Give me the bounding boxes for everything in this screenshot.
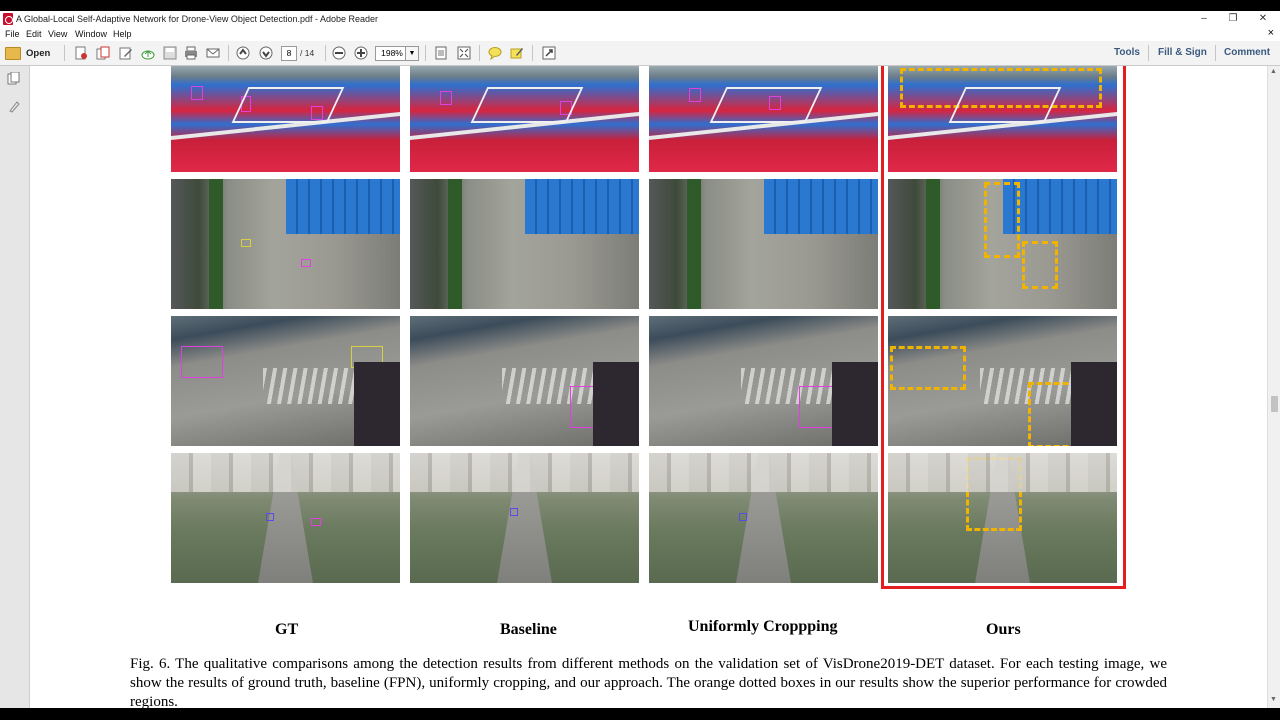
cloud-share-icon[interactable]	[141, 46, 155, 60]
zoom-out-icon[interactable]	[332, 46, 346, 60]
cropping-image-row1	[649, 66, 878, 172]
toolbar-divider	[425, 45, 426, 61]
save-icon[interactable]	[163, 46, 177, 60]
toolbar-divider	[532, 45, 533, 61]
detection-box	[311, 518, 321, 526]
cropping-image-row3	[649, 316, 878, 446]
detection-box	[769, 96, 781, 110]
sticky-note-icon[interactable]	[488, 46, 502, 60]
customize-tools-icon[interactable]	[542, 46, 556, 60]
tab-fill-sign[interactable]: Fill & Sign	[1158, 47, 1207, 58]
detection-box	[570, 386, 612, 428]
gt-image-row2	[171, 179, 400, 309]
vertical-scrollbar[interactable]: ▲ ▼	[1267, 66, 1280, 708]
minimize-button[interactable]: –	[1189, 12, 1219, 26]
open-button[interactable]: Open	[5, 45, 50, 61]
zoom-level-input[interactable]: 198%	[375, 46, 409, 61]
next-page-icon[interactable]	[259, 46, 273, 60]
detection-box	[266, 513, 274, 521]
detection-box	[301, 259, 311, 267]
ours-highlight-frame	[881, 66, 1126, 589]
cropping-image-row2	[649, 179, 878, 309]
folder-icon	[5, 46, 21, 60]
menu-edit[interactable]: Edit	[26, 29, 42, 39]
menu-bar: File Edit View Window Help ×	[0, 27, 1280, 41]
column-label-ours: Ours	[986, 621, 1021, 638]
page-thumbnails-icon[interactable]	[7, 72, 20, 85]
detection-box	[191, 86, 203, 100]
detection-box	[799, 386, 841, 428]
fit-page-icon[interactable]	[434, 46, 448, 60]
detection-box	[560, 101, 572, 115]
open-label: Open	[26, 47, 51, 59]
detection-box	[689, 88, 701, 102]
highlight-text-icon[interactable]	[510, 46, 524, 60]
baseline-image-row2	[410, 179, 639, 309]
toolbar-divider	[479, 45, 480, 61]
menu-window[interactable]: Window	[75, 29, 107, 39]
screen-bottom-strip	[0, 708, 1280, 720]
restore-button[interactable]: ❐	[1218, 12, 1248, 26]
toolbar: Open 8 / 14 198% ▼ Tools Fill & Sign Com…	[0, 41, 1280, 66]
toolbar-divider	[325, 45, 326, 61]
detection-box	[241, 239, 251, 247]
combine-files-icon[interactable]	[96, 46, 110, 60]
baseline-image-row1	[410, 66, 639, 172]
menu-view[interactable]: View	[48, 29, 67, 39]
create-pdf-icon[interactable]	[74, 46, 88, 60]
detection-box	[181, 346, 223, 378]
scroll-down-arrow[interactable]: ▼	[1270, 696, 1277, 703]
zoom-in-icon[interactable]	[354, 46, 368, 60]
detection-box	[351, 346, 383, 368]
window-title: A Global-Local Self-Adaptive Network for…	[16, 14, 379, 24]
screen-top-strip	[0, 0, 1280, 11]
menu-help[interactable]: Help	[113, 29, 132, 39]
title-bar: A Global-Local Self-Adaptive Network for…	[0, 11, 1280, 27]
tab-comment[interactable]: Comment	[1224, 47, 1270, 58]
pdf-app-icon	[3, 13, 13, 25]
detection-box	[739, 513, 747, 521]
detection-box	[440, 91, 452, 105]
tab-tools[interactable]: Tools	[1114, 47, 1140, 58]
baseline-image-row3	[410, 316, 639, 446]
scroll-up-arrow[interactable]: ▲	[1270, 68, 1277, 75]
document-page: GT Baseline Uniformly Croppping Ours Fig…	[30, 66, 1267, 708]
previous-page-icon[interactable]	[236, 46, 250, 60]
column-label-uniform-cropping: Uniformly Croppping	[688, 618, 838, 635]
figure-caption: Fig. 6. The qualitative comparisons amon…	[130, 656, 1167, 708]
menu-file[interactable]: File	[5, 29, 20, 39]
print-icon[interactable]	[184, 46, 198, 60]
attachments-icon[interactable]	[7, 100, 20, 113]
gt-image-row4	[171, 453, 400, 583]
close-window-button[interactable]: ✕	[1248, 12, 1278, 26]
zoom-dropdown-arrow[interactable]: ▼	[405, 46, 419, 61]
column-label-gt: GT	[275, 621, 299, 638]
detection-box	[241, 96, 251, 112]
toolbar-divider	[1215, 45, 1216, 61]
page-total: / 14	[300, 48, 315, 58]
cropping-image-row4	[649, 453, 878, 583]
toolbar-divider	[64, 45, 65, 61]
toolbar-divider	[1148, 45, 1149, 61]
email-icon[interactable]	[206, 46, 220, 60]
detection-box	[311, 106, 323, 120]
detection-box	[510, 508, 518, 516]
baseline-image-row4	[410, 453, 639, 583]
navigation-pane	[0, 66, 30, 708]
full-screen-icon[interactable]	[457, 46, 471, 60]
scroll-thumb[interactable]	[1271, 396, 1278, 412]
page-number-input[interactable]: 8	[281, 46, 297, 61]
edit-pdf-icon[interactable]	[119, 46, 133, 60]
column-label-baseline: Baseline	[500, 621, 557, 638]
close-document-button[interactable]: ×	[1268, 27, 1274, 39]
gt-image-row1	[171, 66, 400, 172]
toolbar-divider	[228, 45, 229, 61]
gt-image-row3	[171, 316, 400, 446]
